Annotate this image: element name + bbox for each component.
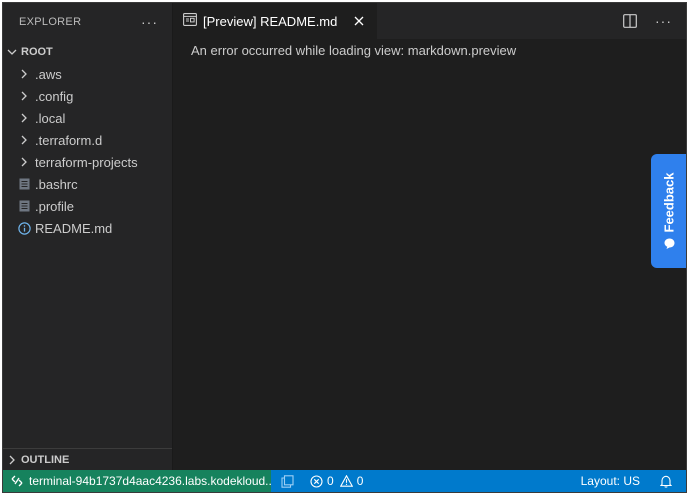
copy-status[interactable]	[271, 470, 302, 492]
tree-item-label: .local	[35, 110, 66, 126]
explorer-sidebar: EXPLORER ··· ROOT .aws .config .local .t…	[3, 3, 173, 470]
error-icon	[310, 474, 323, 488]
info-icon	[17, 221, 31, 235]
text-file-icon	[17, 199, 31, 213]
tree-item-label: .profile	[35, 198, 75, 214]
chevron-down-icon	[5, 45, 19, 59]
text-file-icon	[17, 177, 31, 191]
tree-folder-terraform-d[interactable]: .terraform.d	[3, 129, 172, 151]
keyboard-layout-status[interactable]: Layout: US	[573, 470, 652, 492]
explorer-title: EXPLORER	[19, 16, 82, 28]
problems-status[interactable]: 0 0	[302, 470, 371, 492]
warning-icon	[339, 475, 353, 487]
preview-content: An error occurred while loading view: ma…	[173, 39, 686, 58]
chevron-right-icon	[17, 155, 31, 169]
tab-bar: [Preview] README.md ···	[173, 3, 686, 39]
layout-label: Layout: US	[580, 474, 640, 488]
tree-folder-config[interactable]: .config	[3, 85, 172, 107]
tree-item-label: .aws	[35, 66, 62, 82]
tree-item-label: terraform-projects	[35, 154, 138, 170]
remote-label: terminal-94b1737d4aac4236.labs.kodekloud…	[29, 474, 271, 488]
tree-file-readme[interactable]: README.md	[3, 217, 172, 239]
chevron-right-icon	[17, 133, 31, 147]
feedback-button[interactable]: Feedback	[651, 154, 686, 268]
explorer-header: EXPLORER ···	[3, 3, 172, 41]
tab-label: [Preview] README.md	[203, 13, 338, 29]
root-label: ROOT	[21, 46, 53, 58]
preview-icon	[183, 13, 197, 29]
tree-folder-terraform-projects[interactable]: terraform-projects	[3, 151, 172, 173]
copy-icon	[281, 474, 294, 488]
root-folder-header[interactable]: ROOT	[3, 41, 172, 63]
notifications-status[interactable]	[652, 470, 686, 492]
tree-item-label: .config	[35, 88, 74, 104]
file-tree: .aws .config .local .terraform.d terrafo…	[3, 63, 172, 239]
error-message: An error occurred while loading view: ma…	[191, 43, 517, 58]
tree-item-label: .terraform.d	[35, 132, 103, 148]
status-bar: terminal-94b1737d4aac4236.labs.kodekloud…	[3, 470, 686, 492]
vscode-window: EXPLORER ··· ROOT .aws .config .local .t…	[2, 2, 687, 493]
tree-folder-local[interactable]: .local	[3, 107, 172, 129]
chat-bubble-icon	[663, 237, 675, 249]
error-count: 0	[327, 474, 334, 488]
remote-icon	[11, 475, 23, 487]
chevron-right-icon	[17, 111, 31, 125]
remote-indicator[interactable]: terminal-94b1737d4aac4236.labs.kodekloud…	[3, 470, 271, 492]
chevron-right-icon	[17, 89, 31, 103]
more-actions-icon[interactable]: ···	[141, 14, 158, 30]
tree-file-profile[interactable]: .profile	[3, 195, 172, 217]
bell-icon	[660, 475, 672, 488]
chevron-right-icon	[17, 67, 31, 81]
editor-area: [Preview] README.md ··· An error occurre…	[173, 3, 686, 470]
close-icon[interactable]	[351, 13, 367, 29]
warning-count: 0	[356, 474, 364, 488]
chevron-right-icon	[5, 453, 19, 467]
tree-item-label: .bashrc	[35, 176, 78, 192]
tree-item-label: README.md	[35, 220, 113, 236]
outline-section: OUTLINE	[3, 448, 172, 470]
feedback-label: Feedback	[661, 172, 676, 233]
outline-header[interactable]: OUTLINE	[3, 449, 172, 471]
editor-actions: ···	[623, 3, 672, 39]
outline-label: OUTLINE	[21, 454, 70, 466]
tab-readme-preview[interactable]: [Preview] README.md	[173, 3, 378, 39]
tree-folder-aws[interactable]: .aws	[3, 63, 172, 85]
split-editor-icon[interactable]	[623, 14, 637, 28]
tree-file-bashrc[interactable]: .bashrc	[3, 173, 172, 195]
more-actions-icon[interactable]: ···	[655, 13, 672, 29]
